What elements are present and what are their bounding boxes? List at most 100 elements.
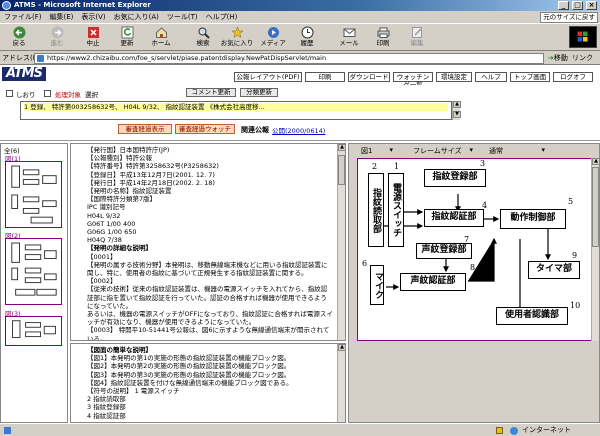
scroll-thumb[interactable] bbox=[592, 167, 599, 247]
thumb-diagram-3 bbox=[12, 320, 56, 338]
related-pub-label: 関連公報 bbox=[241, 126, 269, 134]
links-button[interactable]: リンク bbox=[572, 53, 593, 64]
menu-bar: ファイル(F) 編集(E) 表示(V) お気に入り(A) ツール(T) ヘルプ(H) 元の… bbox=[0, 11, 600, 24]
nav-pdf-layout[interactable]: 公報レイアウト(PDF) bbox=[234, 72, 302, 82]
view-mode-select[interactable]: 通常 ▾ bbox=[487, 146, 545, 156]
page-icon bbox=[37, 55, 44, 62]
menu-file[interactable]: ファイル(F) bbox=[0, 11, 46, 24]
doc-bibliography: 【発行国】日本国特許庁(JP) 【公報種別】特許公報 【特許番号】特許第3258… bbox=[71, 144, 345, 340]
figure-description-pane: 【図面の簡単な説明】 【図1】本発明の第1の実施の形態の指紋認証装置の機能ブロッ… bbox=[70, 343, 346, 423]
label-num-5: 5 bbox=[568, 197, 574, 206]
figure-select[interactable]: 図1 ▾ bbox=[359, 146, 393, 156]
edit-button[interactable]: 編集 bbox=[400, 26, 434, 49]
doc-line: 【特許番号】特許第3258632号(P3258632) bbox=[87, 162, 219, 171]
document-text-pane: 【発行国】日本国特許庁(JP) 【公報種別】特許公報 【特許番号】特許第3258… bbox=[70, 143, 346, 341]
menu-favorites[interactable]: お気に入り(A) bbox=[110, 11, 163, 24]
go-button[interactable]: ➜移動 bbox=[548, 53, 570, 64]
thumb-figure-2[interactable] bbox=[5, 238, 62, 305]
figure-desc-line: 【図3】本発明の第3の実施の形態の指紋認証装置の機能ブロック図。 bbox=[87, 370, 291, 379]
printer-icon bbox=[377, 27, 389, 38]
stop-icon bbox=[87, 27, 99, 38]
nav-download[interactable]: ダウンロード bbox=[348, 72, 390, 82]
exam-history-button[interactable]: 審査経過表示 bbox=[118, 124, 172, 134]
para-text: あるいは、機器の電源スイッチがOFFになっており、指紋認証に合格すれば電源スイッ… bbox=[87, 310, 333, 327]
para-text: 【発明の属する技術分野】本発明は、移動無線端末機などに用いる指紋認証装置に関し、… bbox=[87, 260, 328, 278]
doc-line: G06T 1/00 400 bbox=[87, 219, 136, 228]
result-listbox[interactable]: 1 登録、 特許第003258632号、 H04L 9/32、 指紋認証装置 《… bbox=[20, 101, 452, 120]
nav-top-page[interactable]: トップ画面 bbox=[510, 72, 550, 82]
bookmark-checkbox[interactable] bbox=[6, 90, 13, 97]
nav-print[interactable]: 印刷 bbox=[305, 72, 345, 82]
menu-edit[interactable]: 編集(E) bbox=[46, 11, 78, 24]
frame-size-select[interactable]: フレームサイズ ▾ bbox=[411, 146, 473, 156]
refresh-icon bbox=[121, 26, 133, 39]
back-arrow-icon bbox=[13, 26, 25, 39]
maximize-button[interactable]: □ bbox=[572, 1, 583, 10]
figure-desc-line: 【図4】指紋認証装置を付けな無線通信端末の機能ブロック図である。 bbox=[87, 378, 293, 387]
para-text: 【従来の技術】従来の指紋認証装置は、機器の電源スイッチを入れてから、指紋認証部に… bbox=[87, 285, 328, 310]
user-auth-box: 使用者認識部 bbox=[496, 307, 568, 325]
scroll-up-icon[interactable]: ▲ bbox=[338, 144, 345, 151]
mail-button[interactable]: メール bbox=[332, 26, 366, 49]
stop-button[interactable]: 中止 bbox=[76, 26, 110, 49]
thumb-diagram-1 bbox=[11, 165, 57, 224]
thumb-figure-1[interactable] bbox=[5, 161, 62, 228]
fp-register-box: 指紋登録部 bbox=[424, 169, 486, 187]
search-button[interactable]: 検索 bbox=[186, 26, 220, 49]
result-row[interactable]: 1 登録、 特許第003258632号、 H04L 9/32、 指紋認証装置 《… bbox=[24, 103, 448, 112]
globe-icon bbox=[510, 427, 518, 435]
figure-viewer-pane: 図1 ▾ フレームサイズ ▾ 通常 ▾ 指紋読取部 電源スイッチ 指紋登録部 指紋認証… bbox=[348, 143, 600, 423]
figure-desc-line: 【図2】本発明の第2の実施の形態の指紋認証装置の機能ブロック図。 bbox=[87, 362, 291, 371]
exam-watch-button[interactable]: 審査経過ウォッチ bbox=[175, 124, 235, 134]
scroll-up-icon[interactable]: ▲ bbox=[592, 158, 599, 165]
scroll-thumb[interactable] bbox=[338, 155, 345, 185]
thumb-figure-3[interactable] bbox=[5, 316, 62, 346]
print-button[interactable]: 印刷 bbox=[366, 26, 400, 49]
address-input[interactable]: https://www2.chizaibu.com/foe_s/servlet/… bbox=[34, 53, 544, 64]
related-pub-link[interactable]: 公開(2000/0614) bbox=[272, 125, 325, 135]
home-icon bbox=[155, 27, 167, 38]
nav-settings[interactable]: 環境設定 bbox=[436, 72, 472, 82]
search-icon bbox=[198, 27, 210, 39]
nav-help[interactable]: ヘルプ bbox=[475, 72, 507, 82]
back-button[interactable]: 戻る bbox=[2, 26, 36, 49]
doc-line: 【発行日】平成14年2月18日(2002. 2. 18) bbox=[87, 178, 215, 187]
toolbar: 戻る 進む 中止 更新 ホーム 検索 お気に入り メディア 履歴 メール 印刷 … bbox=[0, 24, 600, 51]
figure-frame: 指紋読取部 電源スイッチ 指紋登録部 指紋認証部 動作制御部 声紋登録部 マイク… bbox=[357, 158, 593, 341]
listbox-scrollbar[interactable]: ▲ ▼ bbox=[452, 101, 461, 120]
nav-watch-list[interactable]: ウォッチング一覧 bbox=[393, 72, 433, 89]
scroll-down-icon[interactable]: ▼ bbox=[453, 111, 461, 118]
scroll-up-icon[interactable]: ▲ bbox=[338, 344, 345, 351]
target-checkbox[interactable] bbox=[44, 90, 51, 97]
menu-view[interactable]: 表示(V) bbox=[77, 11, 109, 24]
menu-tools[interactable]: ツール(T) bbox=[163, 11, 202, 24]
figure-scrollbar[interactable]: ▲ bbox=[591, 158, 599, 341]
lock-icon bbox=[496, 427, 503, 434]
class-update-button[interactable]: 分類更新 bbox=[240, 88, 278, 97]
label-num-8: 8 bbox=[470, 263, 476, 272]
figure-desc-line: 3 指紋登録部 bbox=[87, 403, 126, 412]
favorites-button[interactable]: お気に入り bbox=[220, 26, 254, 49]
close-button[interactable]: × bbox=[586, 1, 597, 10]
atms-logo: ATMS bbox=[2, 67, 46, 81]
media-button[interactable]: メディア bbox=[256, 26, 290, 49]
doc-line: H04L 9/32 bbox=[87, 211, 121, 220]
doc-line: 【登録日】平成13年12月7日(2001. 12. 7) bbox=[87, 170, 215, 179]
doc-line: 【発行国】日本国特許庁(JP) bbox=[87, 146, 170, 154]
scroll-up-icon[interactable]: ▲ bbox=[453, 101, 461, 108]
forward-button[interactable]: 進む bbox=[40, 26, 74, 49]
nav-logoff[interactable]: ログオフ bbox=[553, 72, 593, 82]
menu-help[interactable]: ヘルプ(H) bbox=[202, 11, 242, 24]
figure-desc-scrollbar[interactable]: ▲ bbox=[337, 344, 345, 422]
home-button[interactable]: ホーム bbox=[144, 26, 178, 49]
address-url: https://www2.chizaibu.com/foe_s/servlet/… bbox=[47, 54, 327, 62]
media-icon bbox=[267, 27, 279, 38]
minimize-button[interactable]: _ bbox=[558, 1, 569, 10]
refresh-button[interactable]: 更新 bbox=[110, 26, 144, 49]
fp-auth-box: 指紋認証部 bbox=[424, 209, 484, 227]
power-switch-box: 電源スイッチ bbox=[388, 173, 404, 247]
doc-scrollbar[interactable]: ▲ bbox=[337, 144, 345, 340]
fit-size-button[interactable]: 元のサイズに戻す bbox=[540, 12, 598, 23]
comment-update-button[interactable]: コメント更新 bbox=[186, 88, 236, 97]
history-button[interactable]: 履歴 bbox=[290, 26, 324, 49]
